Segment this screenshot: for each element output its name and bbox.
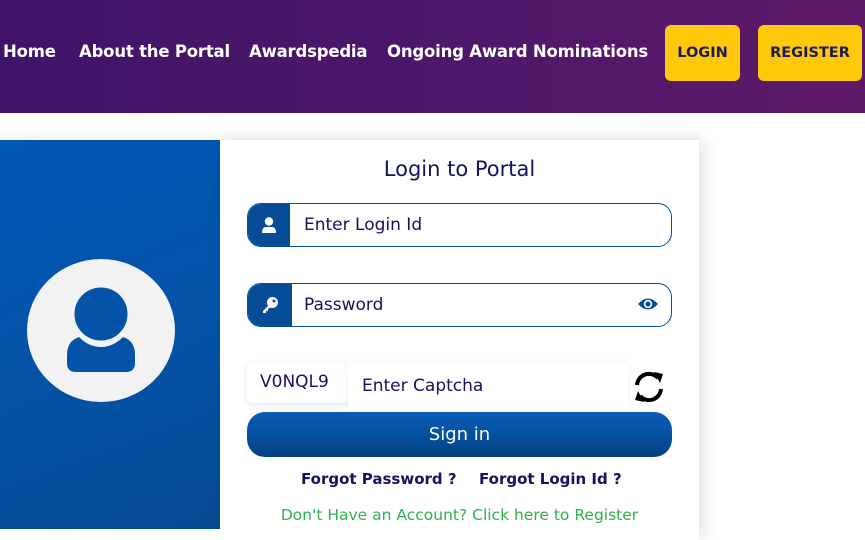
header-login-button[interactable]: LOGIN	[665, 25, 740, 81]
header-register-button[interactable]: REGISTER	[758, 25, 862, 81]
nav-awardspedia[interactable]: Awardspedia	[249, 42, 368, 61]
password-input[interactable]	[304, 284, 644, 326]
login-id-icon-box	[248, 204, 290, 246]
login-card	[220, 140, 699, 540]
login-title: Login to Portal	[383, 157, 536, 181]
avatar	[27, 259, 175, 402]
top-navigation-bar: Home About the Portal Awardspedia Ongoin…	[0, 0, 865, 113]
captcha-code: V0NQL9	[247, 363, 349, 403]
password-field	[247, 283, 672, 327]
password-icon-box	[248, 284, 292, 326]
nav-ongoing-award-nominations[interactable]: Ongoing Award Nominations	[387, 42, 648, 61]
refresh-icon[interactable]	[632, 369, 666, 405]
user-icon	[262, 216, 276, 233]
nav-home[interactable]: Home	[3, 42, 56, 61]
user-avatar-icon	[67, 284, 135, 372]
forgot-password-link[interactable]: Forgot Password ?	[301, 470, 457, 488]
section-shadow	[0, 113, 700, 140]
eye-icon[interactable]	[637, 296, 659, 312]
login-id-input[interactable]	[304, 204, 644, 246]
login-id-field	[247, 203, 672, 247]
nav-about-the-portal[interactable]: About the Portal	[79, 42, 230, 61]
sign-in-button[interactable]: Sign in	[247, 412, 672, 457]
register-link[interactable]: Don't Have an Account? Click here to Reg…	[220, 506, 699, 524]
captcha-input[interactable]	[362, 363, 622, 409]
captcha-field	[348, 363, 628, 413]
forgot-login-id-link[interactable]: Forgot Login Id ?	[479, 470, 622, 488]
key-icon	[263, 297, 278, 313]
